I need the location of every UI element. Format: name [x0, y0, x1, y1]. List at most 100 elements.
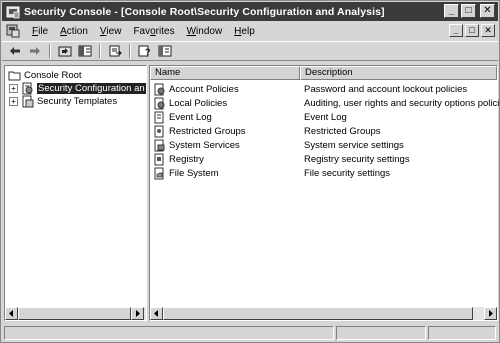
child-restore-button[interactable]: □	[465, 24, 479, 37]
close-icon: ✕	[483, 5, 492, 16]
child-close-icon: ✕	[484, 25, 492, 35]
expand-icon[interactable]: +	[9, 97, 18, 106]
status-bar	[2, 324, 498, 342]
console-app-icon	[6, 6, 20, 18]
back-button[interactable]	[6, 43, 24, 59]
list-item-restricted-groups[interactable]: Restricted Groups Restricted Groups	[153, 124, 381, 138]
scroll-right-icon	[489, 310, 493, 317]
services-folder-icon	[154, 139, 165, 151]
list-item-name: File System	[169, 167, 219, 179]
tree-pane[interactable]: Console Root + Security Configuration an…	[4, 65, 147, 321]
title-bar[interactable]: Security Console - [Console Root\Securit…	[2, 2, 498, 21]
menu-help[interactable]: Help	[228, 26, 261, 37]
export-list-button[interactable]	[106, 43, 124, 59]
child-window-icon[interactable]	[6, 24, 20, 38]
menu-window-rest: indow	[196, 25, 223, 37]
expand-icon[interactable]: +	[9, 84, 18, 93]
up-folder-icon	[58, 46, 72, 57]
menu-file-rest: ile	[38, 25, 49, 37]
status-panel-main	[4, 326, 334, 340]
close-button[interactable]: ✕	[480, 4, 495, 18]
menu-action-accel: A	[60, 25, 67, 37]
menu-file[interactable]: File	[26, 26, 54, 37]
column-header-name[interactable]: Name	[150, 66, 300, 80]
properties-button[interactable]	[156, 43, 174, 59]
list-item-registry[interactable]: Registry Registry security settings	[153, 152, 410, 166]
registry-folder-icon	[154, 153, 164, 165]
toolbar-separator	[49, 44, 51, 58]
window-title: Security Console - [Console Root\Securit…	[24, 5, 385, 18]
list-item-description: Password and account lockout policies	[304, 83, 468, 95]
scroll-left-icon	[9, 310, 13, 317]
event-log-icon	[154, 111, 164, 123]
list-item-name: Restricted Groups	[169, 125, 246, 137]
list-item-local-policies[interactable]: Local Policies Auditing, user rights and…	[153, 96, 499, 110]
child-minimize-icon: _	[453, 25, 459, 35]
list-pane[interactable]: Name Description Account Policies Passwo…	[149, 65, 499, 321]
security-analysis-icon	[22, 82, 33, 95]
list-item-description: Auditing, user rights and security optio…	[304, 97, 499, 109]
list-header: Name Description	[150, 66, 497, 80]
group-folder-icon	[154, 125, 164, 137]
menu-action-rest: ction	[66, 25, 88, 37]
scroll-thumb[interactable]	[18, 307, 131, 320]
list-item-system-services[interactable]: System Services System service settings	[153, 138, 404, 152]
forward-button[interactable]	[26, 43, 44, 59]
folder-icon	[8, 71, 21, 81]
show-hide-tree-button[interactable]	[76, 43, 94, 59]
scroll-left-icon	[154, 310, 158, 317]
tree-item-label: Security Templates	[37, 96, 118, 107]
list-item-name: Registry	[169, 153, 204, 165]
child-restore-icon: □	[469, 25, 475, 35]
console-window: Security Console - [Console Root\Securit…	[0, 0, 500, 343]
status-panel-tertiary	[428, 326, 496, 340]
tree-root-label: Console Root	[24, 70, 82, 81]
list-item-description: Registry security settings	[304, 153, 410, 165]
scroll-right-icon	[136, 310, 140, 317]
list-item-name: Local Policies	[169, 97, 228, 109]
tree-horizontal-scrollbar[interactable]	[5, 307, 146, 320]
properties-icon	[158, 45, 172, 57]
show-hide-tree-icon	[78, 45, 92, 57]
toolbar-separator	[99, 44, 101, 58]
menu-view-rest: iew	[106, 25, 122, 37]
list-item-event-log[interactable]: Event Log Event Log	[153, 110, 347, 124]
menu-view[interactable]: View	[94, 26, 128, 37]
child-minimize-button[interactable]: _	[449, 24, 463, 37]
file-system-folder-icon	[154, 167, 164, 179]
scroll-right-button[interactable]	[484, 307, 497, 320]
scroll-thumb[interactable]	[163, 307, 473, 320]
list-item-name: Event Log	[169, 111, 212, 123]
list-item-file-system[interactable]: File System File security settings	[153, 166, 390, 180]
menu-bar: File Action View Favorites Window Help _…	[2, 22, 498, 40]
up-one-level-button[interactable]	[56, 43, 74, 59]
forward-arrow-icon	[30, 47, 40, 55]
list-item-account-policies[interactable]: Account Policies Password and account lo…	[153, 82, 467, 96]
tree-item-security-configuration[interactable]: + Security Configuration an	[9, 82, 146, 95]
toolbar-separator	[129, 44, 131, 58]
maximize-button[interactable]: □	[461, 4, 476, 18]
maximize-icon: □	[465, 5, 472, 16]
help-button[interactable]: ?	[136, 43, 154, 59]
scroll-left-button[interactable]	[150, 307, 163, 320]
back-arrow-icon	[10, 47, 20, 55]
tree-root[interactable]: Console Root	[8, 69, 82, 82]
tree-item-security-templates[interactable]: + Security Templates	[9, 95, 117, 108]
list-horizontal-scrollbar[interactable]	[150, 307, 497, 320]
menu-action[interactable]: Action	[54, 26, 94, 37]
menu-window-accel: W	[186, 25, 197, 37]
minimize-icon: _	[448, 5, 455, 16]
minimize-button[interactable]: _	[444, 4, 459, 18]
list-item-description: File security settings	[304, 167, 391, 179]
list-item-description: System service settings	[304, 139, 404, 151]
scroll-right-button[interactable]	[131, 307, 144, 320]
column-header-description[interactable]: Description	[300, 66, 497, 80]
list-item-name: Account Policies	[169, 83, 239, 95]
list-item-description: Event Log	[304, 111, 347, 123]
menu-favorites[interactable]: Favorites	[127, 26, 180, 37]
scroll-left-button[interactable]	[5, 307, 18, 320]
status-panel-secondary	[336, 326, 426, 340]
child-close-button[interactable]: ✕	[481, 24, 495, 37]
security-templates-icon	[22, 95, 34, 108]
menu-window[interactable]: Window	[181, 26, 229, 37]
